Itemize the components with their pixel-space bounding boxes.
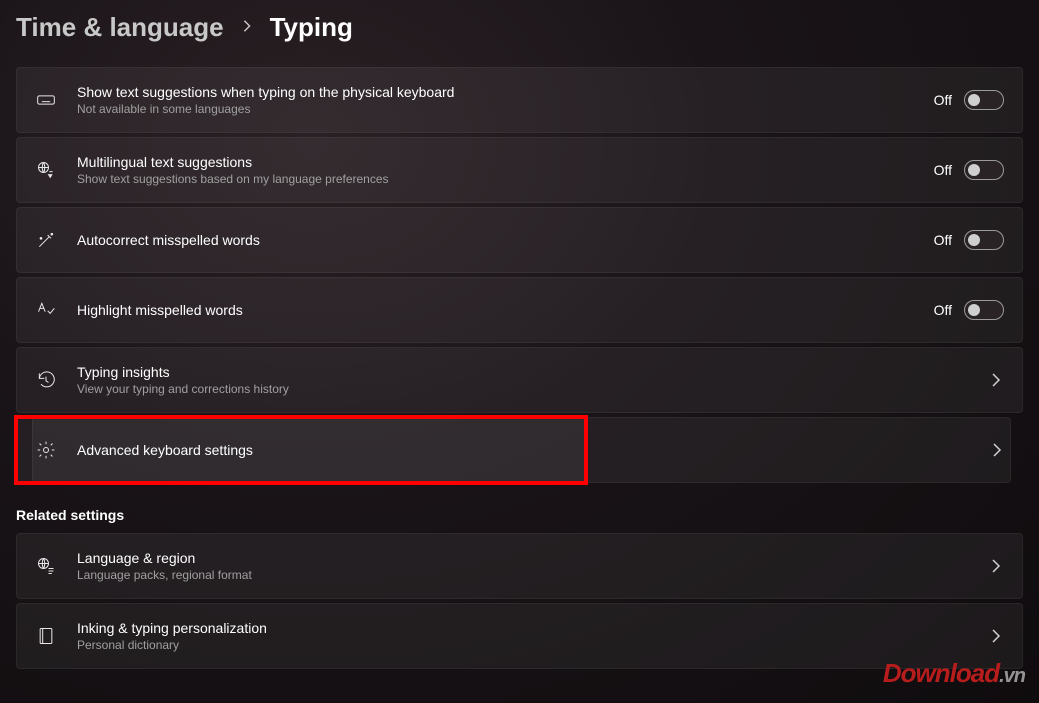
page-title: Typing [270,12,353,43]
row-typing-insights[interactable]: Typing insights View your typing and cor… [16,347,1023,413]
row-text-suggestions[interactable]: Show text suggestions when typing on the… [16,67,1023,133]
row-highlight-misspelled[interactable]: Highlight misspelled words Off [16,277,1023,343]
row-inking-typing-personalization[interactable]: Inking & typing personalization Personal… [16,603,1023,669]
row-subtitle: Not available in some languages [77,102,914,116]
toggle-highlight-misspelled[interactable] [964,300,1004,320]
row-title: Advanced keyboard settings [77,442,567,458]
row-multilingual-suggestions[interactable]: Multilingual text suggestions Show text … [16,137,1023,203]
toggle-state-label: Off [934,92,952,108]
dictionary-icon [35,625,57,647]
row-subtitle: View your typing and corrections history [77,382,968,396]
spellcheck-icon [35,299,57,321]
chevron-right-icon [988,372,1004,388]
row-subtitle: Language packs, regional format [77,568,968,582]
gear-icon [35,439,57,461]
keyboard-icon [35,89,57,111]
row-title: Highlight misspelled words [77,302,914,318]
toggle-state-label: Off [934,302,952,318]
chevron-right-icon [988,628,1004,644]
row-subtitle: Show text suggestions based on my langua… [77,172,914,186]
row-subtitle: Personal dictionary [77,638,968,652]
related-settings-header: Related settings [16,507,1023,523]
toggle-state-label: Off [934,232,952,248]
chevron-right-icon [240,17,254,38]
toggle-autocorrect[interactable] [964,230,1004,250]
toggle-multilingual[interactable] [964,160,1004,180]
breadcrumb: Time & language Typing [16,12,1023,43]
toggle-text-suggestions[interactable] [964,90,1004,110]
wand-icon [35,229,57,251]
chevron-right-icon [989,442,1005,458]
row-language-region[interactable]: Language & region Language packs, region… [16,533,1023,599]
globe-language-icon [35,159,57,181]
row-title: Inking & typing personalization [77,620,968,636]
row-title: Language & region [77,550,968,566]
row-title: Typing insights [77,364,968,380]
watermark-suffix: .vn [999,665,1025,687]
breadcrumb-parent[interactable]: Time & language [16,12,224,43]
row-title: Multilingual text suggestions [77,154,914,170]
row-advanced-keyboard-settings[interactable]: Advanced keyboard settings [16,417,586,483]
toggle-state-label: Off [934,162,952,178]
row-title: Autocorrect misspelled words [77,232,914,248]
row-autocorrect[interactable]: Autocorrect misspelled words Off [16,207,1023,273]
row-title: Show text suggestions when typing on the… [77,84,914,100]
watermark-main: Download [883,658,999,688]
chevron-right-icon [988,558,1004,574]
history-icon [35,369,57,391]
watermark: Download.vn [883,658,1025,689]
globe-region-icon [35,555,57,577]
